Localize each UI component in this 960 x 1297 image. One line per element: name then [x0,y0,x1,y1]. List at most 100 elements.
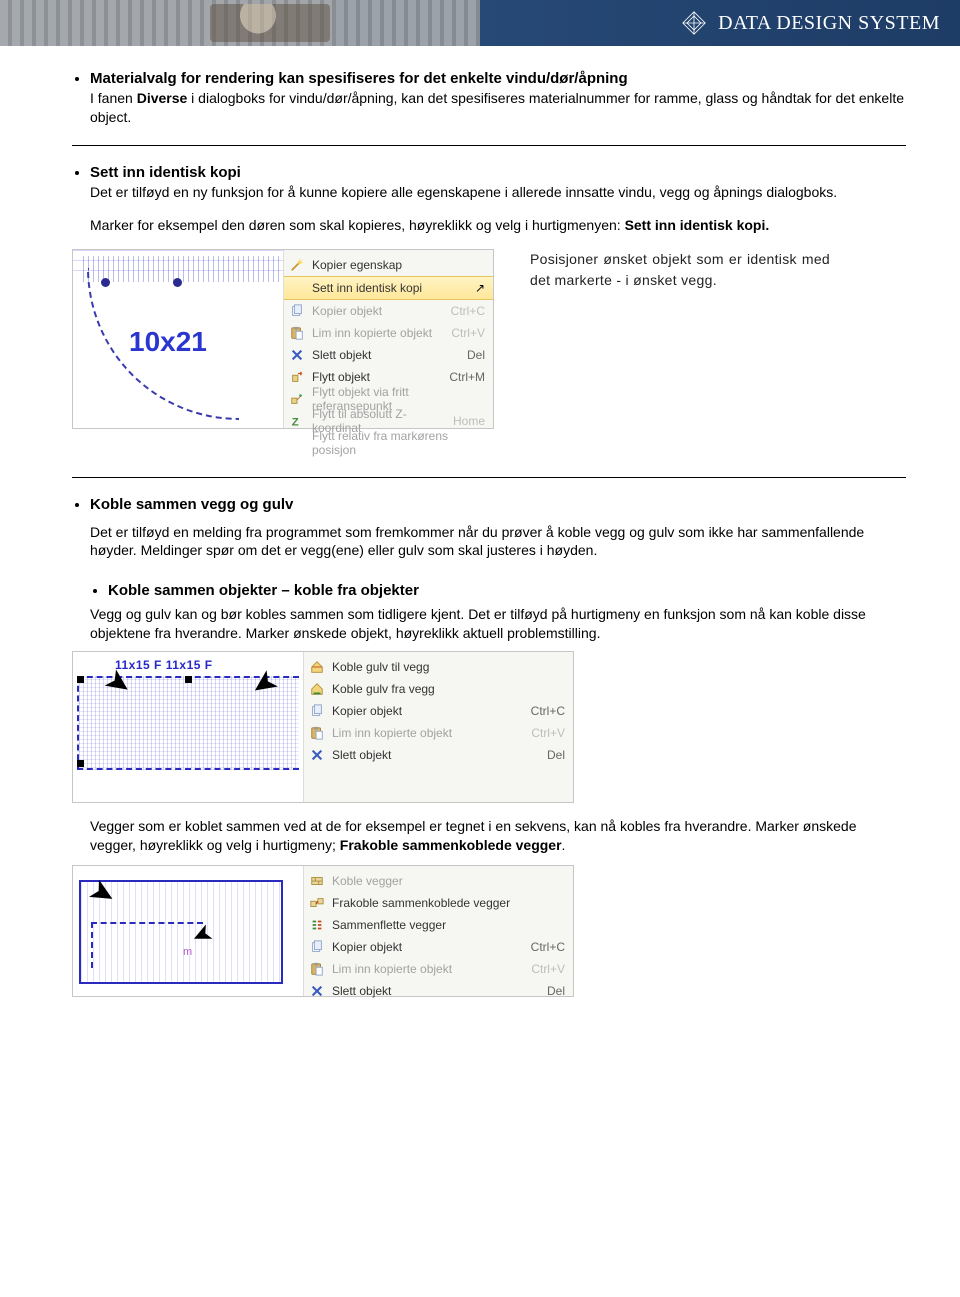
z-icon: Z [288,413,306,429]
section-body: Det er tilføyd en ny funksjon for å kunn… [90,183,906,202]
context-menu-item[interactable]: Sett inn identisk kopi↖ [284,276,493,300]
menu-item-label: Slett objekt [332,748,533,762]
context-menu-item[interactable]: Koble gulv fra vegg [304,678,573,700]
divider [72,145,906,146]
section-body: Det er tilføyd en melding fra programmet… [90,523,906,561]
context-menu[interactable]: Kopier egenskapSett inn identisk kopi↖Ko… [284,250,493,428]
menu-item-shortcut: Del [539,748,565,762]
text-bold: Diverse [137,90,188,106]
menu-item-shortcut: Ctrl+M [441,370,485,384]
page-content: Materialvalg for rendering kan spesifise… [0,46,960,1047]
banner-photo [0,0,480,46]
context-menu-item[interactable]: Frakoble sammenkoblede vegger [304,892,573,914]
context-menu-item[interactable]: Kopier objekt Ctrl+C [304,936,573,958]
wand-icon [288,257,306,273]
menu-item-label: Koble vegger [332,874,565,888]
section-body: Marker for eksempel den døren som skal k… [90,216,906,235]
door-size-label: 10x21 [129,326,207,358]
text: i dialogboks for vindu/dør/åpning, kan d… [90,90,904,125]
brand-text: DATA DESIGN SYSTEM [718,12,940,35]
cad-drawing: ➤ ➤ m [73,866,304,996]
section-materialvalg: Materialvalg for rendering kan spesifise… [90,70,906,146]
context-menu-item[interactable]: Kopier objektCtrl+C [304,700,573,722]
context-menu-item: Lim inn kopierte objekt Ctrl+V [284,322,493,344]
merge-icon [308,917,326,933]
menu-item-label: Koble gulv fra vegg [332,682,565,696]
context-menu-item[interactable]: Kopier egenskap [284,254,493,276]
house2-icon [308,681,326,697]
text: Marker for eksempel den døren som skal k… [90,217,625,233]
menu-item-shortcut: Ctrl+C [523,940,565,954]
text-bold: Sett inn identisk kopi. [625,217,770,233]
context-menu-item: Koble vegger [304,870,573,892]
handle-square [77,760,84,767]
handle-dot [173,278,182,287]
text-bold: Frakoble sammenkoblede vegger [340,837,562,853]
paste-icon [308,961,326,977]
text: I fanen [90,90,137,106]
menu-item-shortcut: Ctrl+V [523,962,565,976]
menu-item-label: Kopier objekt [332,704,517,718]
figure-identisk-kopi: 10x21 Kopier egenskap Sett inn identisk k… [72,249,494,429]
menu-item-label: Kopier objekt [332,940,517,954]
context-menu-item: Flytt relativ fra markørens posisjon [284,432,493,454]
section-title: Materialvalg for rendering kan spesifise… [90,70,906,87]
x-icon [308,747,326,763]
menu-item-label: Kopier objekt [312,304,437,318]
context-menu-item[interactable]: Koble gulv til vegg [304,656,573,678]
moveref-icon [288,391,306,407]
context-menu-item[interactable]: Slett objektDel [304,980,573,1002]
blank-icon [288,435,306,451]
cad-drawing: 11x15 F 11x15 F ➤ ➤ [73,652,304,802]
context-menu-item: Kopier objekt Ctrl+C [284,300,493,322]
menu-item-label: Lim inn kopierte objekt [332,962,517,976]
x-icon [308,983,326,999]
context-menu-item[interactable]: Slett objektDel [284,344,493,366]
menu-item-label: Flytt objekt [312,370,435,384]
figure-row: 10x21 Kopier egenskap Sett inn identisk k… [72,249,906,429]
menu-item-label: Slett objekt [312,348,453,362]
copy-icon [308,939,326,955]
brand: DATA DESIGN SYSTEM [680,9,940,37]
svg-text:Z: Z [292,416,299,428]
figure-koble-gulv: 11x15 F 11x15 F ➤ ➤ Koble gulv til veggK… [72,651,574,803]
menu-item-label: Koble gulv til vegg [332,660,565,674]
wall-icon [308,873,326,889]
context-menu-item: Lim inn kopierte objektCtrl+V [304,722,573,744]
menu-item-label: Kopier egenskap [312,258,485,272]
menu-item-shortcut: Del [539,984,565,998]
cad-drawing: 10x21 [73,250,284,428]
cursor-icon: ↖ [475,281,485,295]
section-body: Vegger som er koblet sammen ved at de fo… [90,817,906,855]
text: . [562,837,566,853]
context-menu[interactable]: Koble gulv til vegg Koble gulv fra vegg Ko… [304,652,573,802]
copy-icon [308,703,326,719]
handle-square [77,676,84,683]
menu-item-shortcut: Ctrl+C [443,304,485,318]
brand-logo-icon [680,9,708,37]
section-sett-inn-identisk: Sett inn identisk kopi Det er tilføyd en… [90,164,906,478]
context-menu-item[interactable]: Sammenflette vegger [304,914,573,936]
blank-icon [288,280,306,296]
paste-icon [288,325,306,341]
paste-icon [308,725,326,741]
house-icon [308,659,326,675]
section-body: I fanen Diverse i dialogboks for vindu/d… [90,89,906,127]
section-koble-sammen: Koble sammen vegg og gulv Det er tilføyd… [90,496,906,997]
section-title: Sett inn identisk kopi [90,164,906,181]
subsection: Koble sammen objekter – koble fra objekt… [108,582,906,599]
menu-item-shortcut: Ctrl+V [443,326,485,340]
section-title: Koble sammen vegg og gulv [90,496,906,513]
menu-item-shortcut: Home [445,414,485,428]
m-label: m [183,946,192,958]
menu-item-label: Frakoble sammenkoblede vegger [332,896,565,910]
handle-dot [101,278,110,287]
copy-icon [288,303,306,319]
figure-caption: Posisjoner ønsket objekt som er identisk… [530,249,830,291]
menu-item-label: Lim inn kopierte objekt [312,326,437,340]
context-menu[interactable]: Koble vegger Frakoble sammenkoblede vegge… [304,866,573,996]
menu-item-label: Sett inn identisk kopi [312,281,473,295]
context-menu-item[interactable]: Slett objekt Del [304,744,573,766]
header-banner: DATA DESIGN SYSTEM [0,0,960,46]
wall2-icon [308,895,326,911]
